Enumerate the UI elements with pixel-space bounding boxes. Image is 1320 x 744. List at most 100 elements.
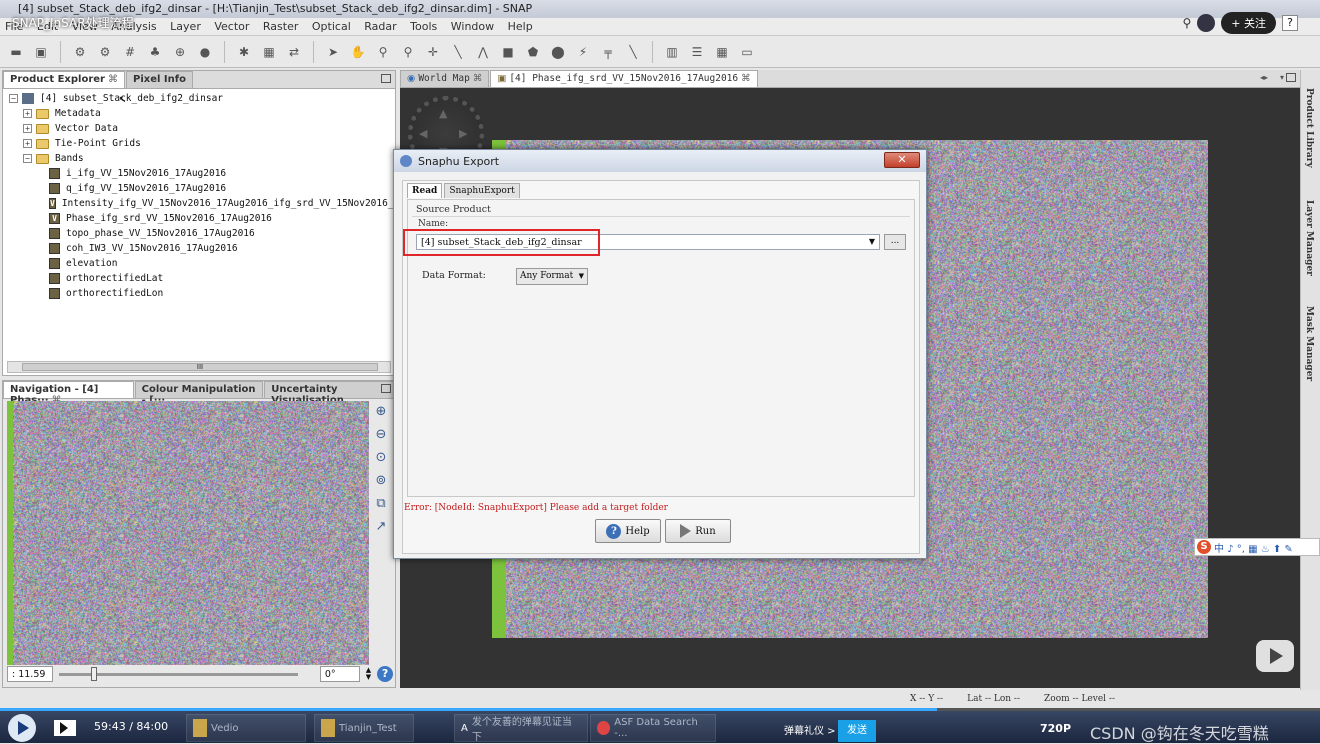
batch-processing-icon[interactable]: ⚙ (95, 42, 115, 62)
tab-uncertainty-visualisation[interactable]: Uncertainty Visualisation (264, 381, 394, 398)
collapse-icon[interactable]: − (23, 154, 32, 163)
rotation-field[interactable]: 0° (320, 666, 360, 682)
danmaku-etiquette-link[interactable]: 弹幕礼仪 > (784, 722, 836, 737)
sync-icon[interactable]: ⇄ (284, 42, 304, 62)
ime-toolbar[interactable]: S 中 ♪ °, ▦ ♨ ⬆ ✎ (1194, 538, 1320, 556)
zoom-pixel-icon[interactable]: ⊙ (373, 449, 390, 466)
gcp-icon[interactable]: ⊕ (170, 42, 190, 62)
network-icon[interactable]: ✱ (234, 42, 254, 62)
help-icon[interactable]: ? (1282, 15, 1298, 31)
band-item[interactable]: orthorectifiedLon (9, 286, 395, 301)
arrow-left-icon[interactable]: ◀ (419, 127, 427, 140)
tab-world-map[interactable]: ◉ World Map ⌘ (400, 70, 489, 87)
tree-root[interactable]: − [4] subset_Stack_deb_ifg2_dinsar ↖ (9, 91, 395, 106)
collapse-icon[interactable]: − (9, 94, 18, 103)
spinner-arrows-icon[interactable]: ▲ ▼ (366, 667, 371, 681)
menu-help[interactable]: Help (503, 18, 538, 33)
graph-builder-icon[interactable]: ⚙ (70, 42, 90, 62)
zoom-in-icon[interactable]: ⊕ (373, 403, 390, 420)
zoom-all-icon[interactable]: ⊚ (373, 472, 390, 489)
run-button[interactable]: Run (665, 519, 731, 543)
taskbar-item-tianjin[interactable]: Tianjin_Test (314, 714, 414, 742)
ellipse-tool-icon[interactable]: ⬤ (548, 42, 568, 62)
zoom-factor-field[interactable]: : 11.59 (7, 666, 53, 682)
band-item[interactable]: V Intensity_ifg_VV_15Nov2016_17Aug2016_if… (9, 196, 395, 211)
tab-product-explorer[interactable]: Product Explorer ⌘ (3, 71, 125, 88)
minimize-icon[interactable] (381, 74, 391, 83)
open-product-icon[interactable]: ▬ (6, 42, 26, 62)
tile-horizontal-icon[interactable]: ☰ (687, 42, 707, 62)
band-item[interactable]: q_ifg_VV_15Nov2016_17Aug2016 (9, 181, 395, 196)
help-button[interactable]: ? Help (595, 519, 661, 543)
polygon-tool-icon[interactable]: ⬟ (523, 42, 543, 62)
next-button[interactable] (54, 720, 76, 736)
band-item[interactable]: i_ifg_VV_15Nov2016_17Aug2016 (9, 166, 395, 181)
sync-views-icon[interactable]: ⧉ (373, 495, 390, 512)
expand-icon[interactable]: + (23, 139, 32, 148)
dialog-titlebar[interactable]: Snaphu Export ✕ (394, 150, 926, 172)
sync-cursor-icon[interactable]: ↗ (373, 518, 390, 535)
rectangle-tool-icon[interactable]: ■ (498, 42, 518, 62)
browse-button[interactable]: ... (884, 234, 906, 250)
follow-button[interactable]: + 关注 (1221, 12, 1276, 34)
band-item[interactable]: elevation (9, 256, 395, 271)
tab-navigation[interactable]: Navigation - [4] Phas···⌘ (3, 381, 134, 398)
range-finder-icon[interactable]: ╤ (598, 42, 618, 62)
video-progress-bar[interactable] (0, 708, 1320, 711)
close-icon[interactable]: ⌘ (741, 73, 751, 84)
zoom-slider[interactable] (59, 673, 298, 676)
menu-raster[interactable]: Raster (258, 18, 303, 33)
help-icon[interactable]: ? (377, 666, 393, 682)
menu-radar[interactable]: Radar (359, 18, 401, 33)
tab-phase-view[interactable]: ▣ [4] Phase_ifg_srd_VV_15Nov2016_17Aug20… (490, 70, 757, 87)
search-icon[interactable]: ⚲ (1182, 16, 1191, 30)
quality-selector[interactable]: 720P (1040, 722, 1071, 735)
tile-evenly-icon[interactable]: ▥ (662, 42, 682, 62)
menu-window[interactable]: Window (446, 18, 499, 33)
menu-vector[interactable]: Vector (209, 18, 254, 33)
magic-wand-icon[interactable]: ⚡ (573, 42, 593, 62)
taskbar-item-browser[interactable]: ASF Data Search -... (590, 714, 716, 742)
tree-folder-tie-point-grids[interactable]: + Tie-Point Grids (9, 136, 395, 151)
tab-pixel-info[interactable]: Pixel Info (126, 71, 193, 88)
menu-tools[interactable]: Tools (405, 18, 442, 33)
save-product-icon[interactable]: ▣ (31, 42, 51, 62)
gcp-tool-icon[interactable]: ✛ (423, 42, 443, 62)
tab-scroll-icon[interactable]: ◂▸ (1260, 73, 1268, 82)
avatar[interactable] (1197, 14, 1215, 32)
arrow-up-icon[interactable]: ▲ (439, 107, 447, 120)
minimize-icon[interactable] (381, 384, 391, 393)
tab-snaphu-export[interactable]: SnaphuExport (444, 183, 519, 198)
pin-tool-icon[interactable]: ⚲ (398, 42, 418, 62)
band-item[interactable]: orthorectifiedLat (9, 271, 395, 286)
pan-tool-icon[interactable]: ✋ (348, 42, 368, 62)
tile-single-icon[interactable]: ▭ (737, 42, 757, 62)
tree-folder-bands[interactable]: − Bands (9, 151, 395, 166)
zoom-tool-icon[interactable]: ⚲ (373, 42, 393, 62)
spectrum-icon[interactable]: ♣ (145, 42, 165, 62)
expand-icon[interactable]: + (23, 124, 32, 133)
play-pause-button[interactable] (8, 714, 36, 742)
expand-icon[interactable]: + (23, 109, 32, 118)
polyline-tool-icon[interactable]: ⋀ (473, 42, 493, 62)
select-tool-icon[interactable]: ➤ (323, 42, 343, 62)
data-format-select[interactable]: Any Format ▼ (516, 268, 588, 285)
navigation-thumbnail[interactable] (7, 401, 369, 665)
ime-items[interactable]: 中 ♪ °, ▦ ♨ ⬆ ✎ (1214, 540, 1293, 555)
slider-knob[interactable] (91, 667, 97, 681)
mask-manager-tab[interactable]: Mask Manager (1304, 306, 1314, 381)
tab-colour-manipulation[interactable]: Colour Manipulation - [··· (135, 381, 264, 398)
tab-list-icon[interactable]: ▾ (1280, 73, 1284, 82)
tree-folder-vector-data[interactable]: + Vector Data (9, 121, 395, 136)
close-icon[interactable]: ⌘ (473, 73, 483, 84)
menu-layer[interactable]: Layer (165, 18, 206, 33)
product-library-tab[interactable]: Product Library (1304, 88, 1314, 168)
zoom-out-icon[interactable]: ⊖ (373, 426, 390, 443)
video-play-icon[interactable] (1256, 640, 1294, 672)
menu-optical[interactable]: Optical (307, 18, 356, 33)
brush-icon[interactable]: ╲ (623, 42, 643, 62)
horizontal-scrollbar[interactable]: III (7, 361, 391, 373)
tile-vertical-icon[interactable]: ▦ (712, 42, 732, 62)
mask-icon[interactable]: ● (195, 42, 215, 62)
band-item[interactable]: coh_IW3_VV_15Nov2016_17Aug2016 (9, 241, 395, 256)
